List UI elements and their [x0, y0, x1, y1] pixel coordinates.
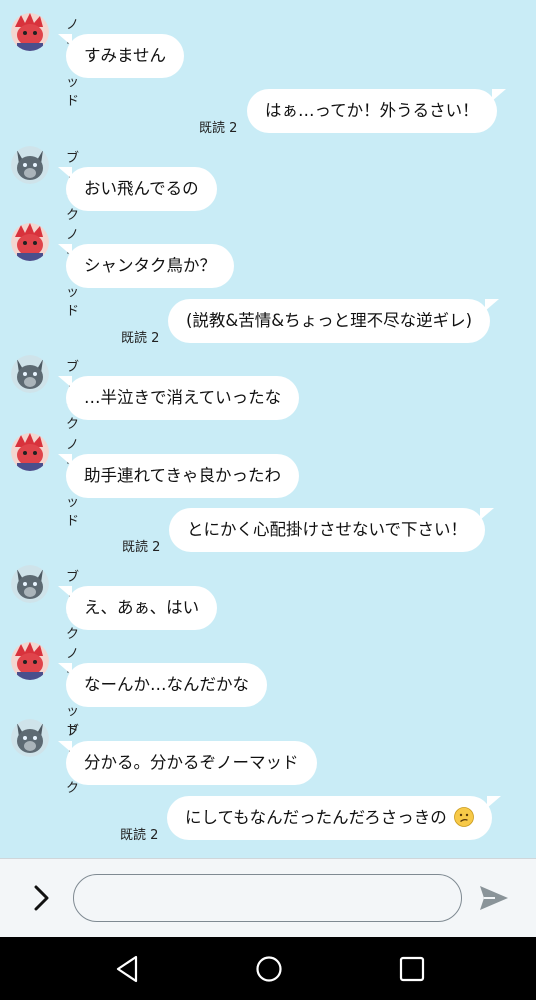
red-dragon-avatar-icon[interactable]: [11, 223, 49, 261]
gray-wolf-avatar-icon[interactable]: [11, 565, 49, 603]
chat-area: ノーマッド すみません 既読 2 はぁ…ってか！外うるさい！ ブレイク おい飛ん…: [0, 0, 536, 858]
message-bubble[interactable]: すみません: [57, 34, 185, 78]
message-bubble[interactable]: え、あぁ、はい: [57, 586, 218, 630]
read-receipt: 既読 2: [199, 121, 238, 136]
chevron-right-icon[interactable]: [28, 883, 54, 913]
confused-face-icon: [454, 807, 474, 827]
red-dragon-avatar-icon[interactable]: [11, 433, 49, 471]
message-text: にしてもなんだったんだろさっきの: [185, 808, 447, 827]
message-bubble[interactable]: (説教&苦情&ちょっと理不尽な逆ギレ): [168, 299, 500, 343]
recent-apps-square-icon[interactable]: [394, 951, 430, 987]
gray-wolf-avatar-icon[interactable]: [11, 719, 49, 757]
message-bubble[interactable]: 分かる。分かるぞノーマッド: [58, 741, 317, 785]
read-receipt: 既読 2: [122, 540, 161, 555]
back-triangle-icon[interactable]: [110, 951, 146, 987]
message-bubble[interactable]: とにかく心配掛けさせないで下さい！: [169, 508, 495, 552]
message-bubble[interactable]: なーんか…なんだかな: [58, 663, 267, 707]
send-icon[interactable]: [477, 883, 511, 913]
home-circle-icon[interactable]: [251, 951, 287, 987]
message-bubble[interactable]: はぁ…ってか！外うるさい！: [247, 89, 506, 133]
message-bubble[interactable]: にしてもなんだったんだろさっきの: [167, 796, 501, 840]
message-bubble[interactable]: 助手連れてきゃ良かったわ: [57, 454, 300, 498]
read-receipt: 既読 2: [121, 331, 160, 346]
gray-wolf-avatar-icon[interactable]: [11, 146, 49, 184]
message-bubble[interactable]: …半泣きで消えていったな: [57, 376, 300, 420]
message-input[interactable]: [73, 874, 462, 922]
message-input-bar: [0, 858, 536, 938]
gray-wolf-avatar-icon[interactable]: [11, 355, 49, 393]
red-dragon-avatar-icon[interactable]: [11, 642, 49, 680]
message-bubble[interactable]: おい飛んでるの: [58, 167, 217, 211]
message-bubble[interactable]: シャンタク鳥か？: [58, 244, 234, 288]
system-navigation-bar: [0, 937, 536, 1000]
red-dragon-avatar-icon[interactable]: [11, 13, 49, 51]
read-receipt: 既読 2: [120, 828, 159, 843]
